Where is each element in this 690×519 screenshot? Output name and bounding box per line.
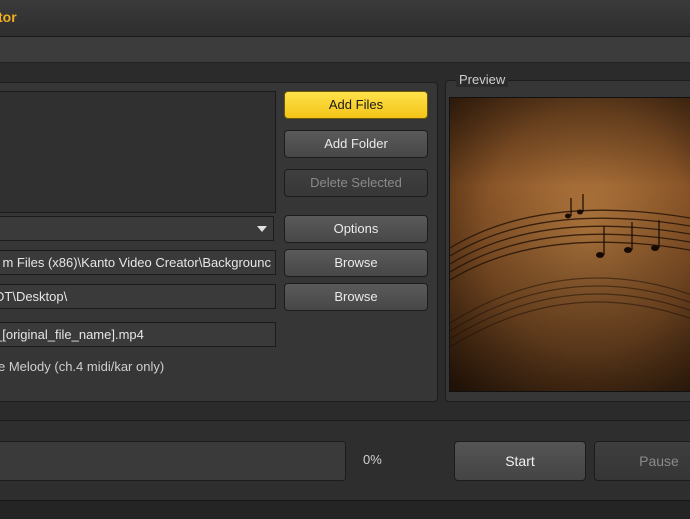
file-name-pattern-text: _[original_file_name].mp4 xyxy=(0,327,144,342)
add-folder-button[interactable]: Add Folder xyxy=(284,130,428,158)
pause-button[interactable]: Pause xyxy=(594,441,690,481)
format-dropdown[interactable] xyxy=(0,216,274,241)
preview-label: Preview xyxy=(456,72,509,87)
background-path-text: m Files (x86)\Kanto Video Creator\Backgr… xyxy=(2,255,271,270)
status-footer xyxy=(0,500,690,519)
start-button[interactable]: Start xyxy=(454,441,586,481)
background-path-field[interactable]: m Files (x86)\Kanto Video Creator\Backgr… xyxy=(0,250,276,275)
menu-bar xyxy=(0,37,690,63)
sheet-music-image xyxy=(450,98,690,391)
progress-percent: 0% xyxy=(363,452,382,467)
file-list[interactable] xyxy=(0,91,276,213)
output-folder-field[interactable]: DT\Desktop\ xyxy=(0,284,276,309)
output-folder-text: DT\Desktop\ xyxy=(0,289,68,304)
browse-output-button[interactable]: Browse xyxy=(284,283,428,311)
window-title: tor xyxy=(0,9,17,25)
preview-image xyxy=(449,97,690,392)
browse-background-button[interactable]: Browse xyxy=(284,249,428,277)
title-bar: tor xyxy=(0,0,690,37)
melody-option[interactable]: e Melody (ch.4 midi/kar only) xyxy=(0,359,164,374)
file-name-pattern-field[interactable]: _[original_file_name].mp4 xyxy=(0,322,276,347)
options-button[interactable]: Options xyxy=(284,215,428,243)
add-files-button[interactable]: Add Files xyxy=(284,91,428,119)
delete-selected-button[interactable]: Delete Selected xyxy=(284,169,428,197)
chevron-down-icon xyxy=(257,226,267,232)
progress-bar xyxy=(0,441,346,481)
